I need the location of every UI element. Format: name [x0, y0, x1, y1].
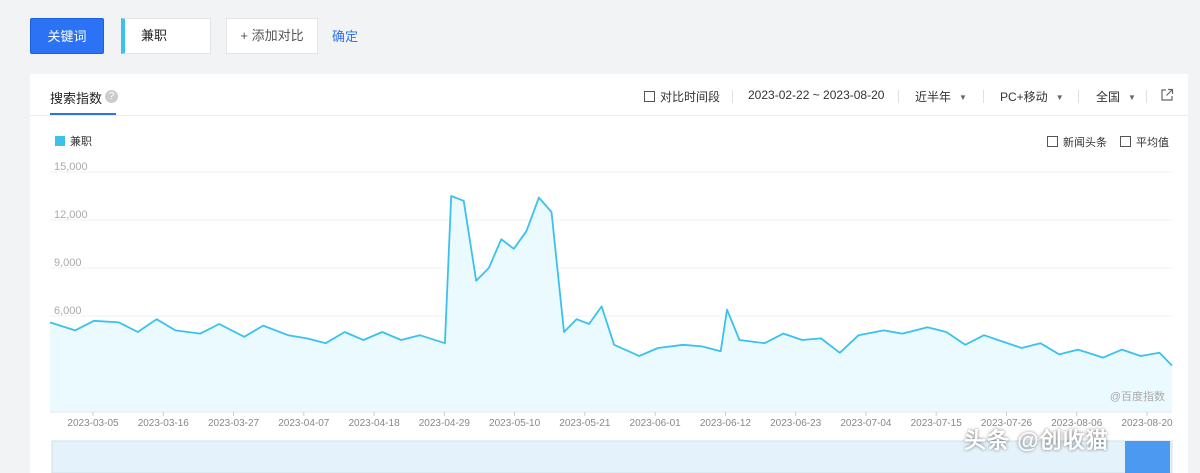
x-tick-label: 2023-04-18 [348, 418, 400, 429]
x-tick-label: 2023-03-16 [138, 418, 190, 429]
x-tick-label: 2023-07-04 [840, 418, 892, 429]
search-index-chart[interactable]: 3,0006,0009,00012,00015,000 @百度指数 2023-0… [0, 0, 1200, 473]
y-tick-label: 6,000 [54, 305, 82, 317]
x-tick-label: 2023-08-20 [1121, 418, 1173, 429]
x-tick-label: 2023-04-29 [419, 418, 471, 429]
x-tick-label: 2023-06-12 [700, 418, 752, 429]
x-tick-label: 2023-03-27 [208, 418, 260, 429]
range-slider-handle[interactable] [1125, 441, 1170, 473]
x-tick-label: 2023-06-01 [630, 418, 682, 429]
y-tick-label: 15,000 [54, 161, 88, 173]
x-tick-label: 2023-03-05 [67, 418, 119, 429]
overlay-watermark: 头条 @创收猫 [964, 428, 1109, 453]
source-watermark: @百度指数 [1110, 389, 1165, 403]
y-tick-label: 9,000 [54, 257, 82, 269]
x-tick-label: 2023-05-21 [559, 418, 611, 429]
x-tick-label: 2023-06-23 [770, 418, 822, 429]
x-tick-label: 2023-05-10 [489, 418, 541, 429]
x-tick-label: 2023-04-07 [278, 418, 330, 429]
series-area-fill [50, 196, 1172, 412]
y-tick-label: 12,000 [54, 209, 88, 221]
x-tick-label: 2023-07-15 [911, 418, 963, 429]
